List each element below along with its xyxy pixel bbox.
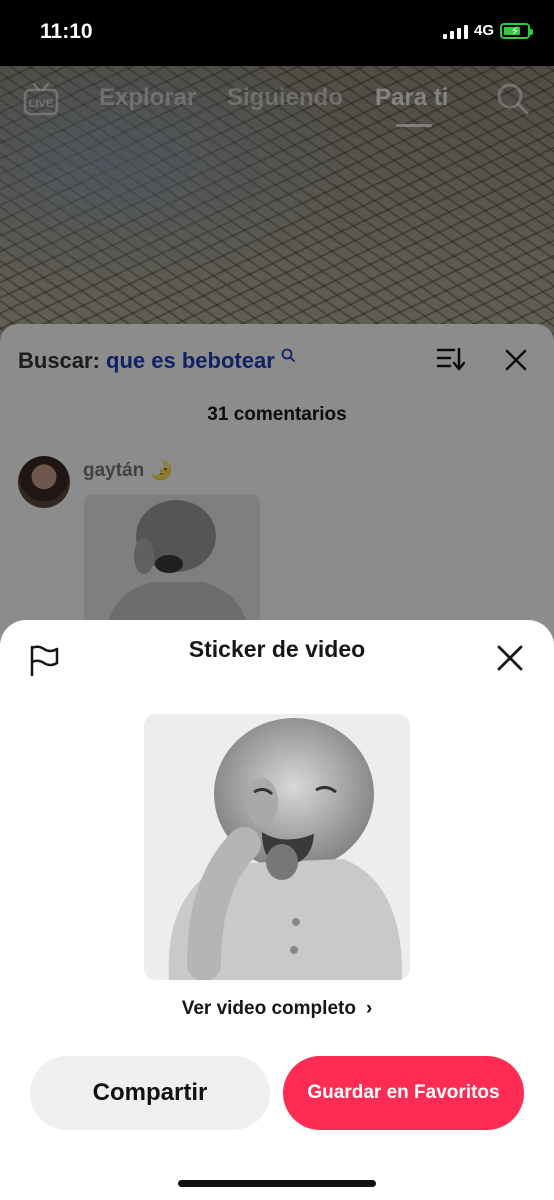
save-favorites-button[interactable]: Guardar en Favoritos	[283, 1056, 524, 1130]
chevron-right-icon: ›	[365, 998, 373, 1019]
home-indicator[interactable]	[178, 1180, 376, 1187]
close-icon[interactable]	[496, 644, 524, 677]
signal-icon	[442, 23, 468, 39]
status-bar: 11:10 4G ⚡	[0, 0, 554, 66]
sheet-title: Sticker de video	[188, 636, 366, 662]
battery-charging-icon: ⚡	[500, 22, 533, 39]
sticker-sheet: Sticker de video Ver video completo › Co…	[0, 620, 554, 1200]
status-indicators: 4G ⚡	[442, 22, 533, 39]
share-button[interactable]: Compartir	[30, 1056, 270, 1130]
view-full-label: Ver video completo	[181, 998, 356, 1019]
network-type: 4G	[473, 22, 494, 39]
view-full-video-link[interactable]: Ver video completo ›	[0, 998, 554, 1020]
sticker-preview-image	[144, 714, 410, 980]
status-time: 11:10	[40, 20, 93, 43]
